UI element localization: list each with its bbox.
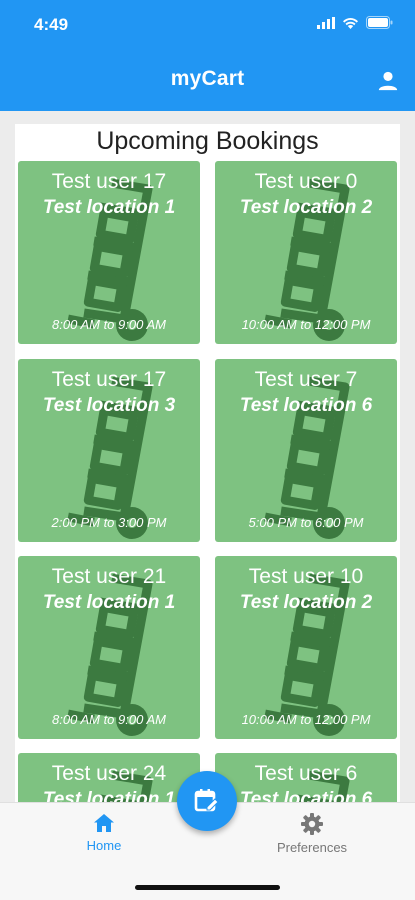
booking-location: Test location 6: [239, 395, 373, 416]
booking-location: Test location 2: [239, 197, 373, 218]
booking-time: 2:00 PM to 3:00 PM: [51, 515, 167, 530]
new-booking-button[interactable]: [177, 771, 237, 831]
status-bar: 4:49: [0, 0, 415, 50]
app-title: myCart: [170, 67, 245, 90]
bookings-panel: Test user 17 Test location 1 8:00 AM to 9:…: [15, 124, 400, 806]
booking-time: 5:00 PM to 6:00 PM: [248, 515, 364, 530]
signal-icon: [317, 16, 335, 29]
wifi-icon: [343, 17, 358, 29]
booking-location: Test location 3: [42, 395, 176, 416]
booking-user: Test user 17: [51, 170, 167, 193]
booking-time: 10:00 AM to 12:00 PM: [241, 317, 371, 332]
booking-user: Test user 7: [254, 368, 358, 391]
app-bar: 4:49 myCart: [0, 0, 415, 111]
section-title: Upcoming Bookings: [96, 127, 319, 155]
nav-preferences-label: Preferences: [276, 840, 348, 855]
booking-user: Test user 21: [51, 565, 167, 588]
person-icon[interactable]: [377, 70, 399, 92]
booking-card[interactable]: Test user 6 Test location 6: [215, 753, 397, 806]
battery-icon: [366, 16, 393, 29]
booking-user: Test user 10: [248, 565, 364, 588]
booking-user: Test user 24: [51, 762, 167, 785]
bookings-grid: Test user 17 Test location 1 8:00 AM to 9:…: [15, 124, 400, 806]
nav-home[interactable]: Home: [64, 813, 144, 853]
gear-icon: [301, 813, 323, 835]
booking-card[interactable]: Test user 21 Test location 1 8:00 AM to 9:…: [18, 556, 200, 739]
booking-time: 10:00 AM to 12:00 PM: [241, 712, 371, 727]
booking-time: 8:00 AM to 9:00 AM: [52, 712, 166, 727]
booking-card[interactable]: Test user 7 Test location 6 5:00 PM to 6:0…: [215, 359, 397, 542]
home-indicator: [135, 885, 280, 890]
booking-card[interactable]: Test user 17 Test location 3 2:00 PM to 3:…: [18, 359, 200, 542]
booking-user: Test user 6: [254, 762, 358, 785]
booking-time: 8:00 AM to 9:00 AM: [52, 317, 166, 332]
booking-card[interactable]: Test user 0 Test location 2 10:00 AM to 12…: [215, 161, 397, 344]
booking-location: Test location 1: [42, 197, 176, 218]
booking-card[interactable]: Test user 24 Test location 1: [18, 753, 200, 806]
status-time: 4:49: [34, 15, 69, 34]
home-icon: [94, 814, 114, 832]
booking-user: Test user 0: [254, 170, 358, 193]
nav-home-label: Home: [86, 838, 122, 853]
booking-location: Test location 1: [42, 592, 176, 613]
calendar-edit-icon: [194, 789, 219, 812]
booking-card[interactable]: Test user 17 Test location 1 8:00 AM to 9:…: [18, 161, 200, 344]
booking-card[interactable]: Test user 10 Test location 2 10:00 AM to 1…: [215, 556, 397, 739]
booking-location: Test location 2: [239, 592, 373, 613]
booking-user: Test user 17: [51, 368, 167, 391]
nav-preferences[interactable]: Preferences: [262, 813, 362, 855]
status-icons: [317, 16, 393, 29]
